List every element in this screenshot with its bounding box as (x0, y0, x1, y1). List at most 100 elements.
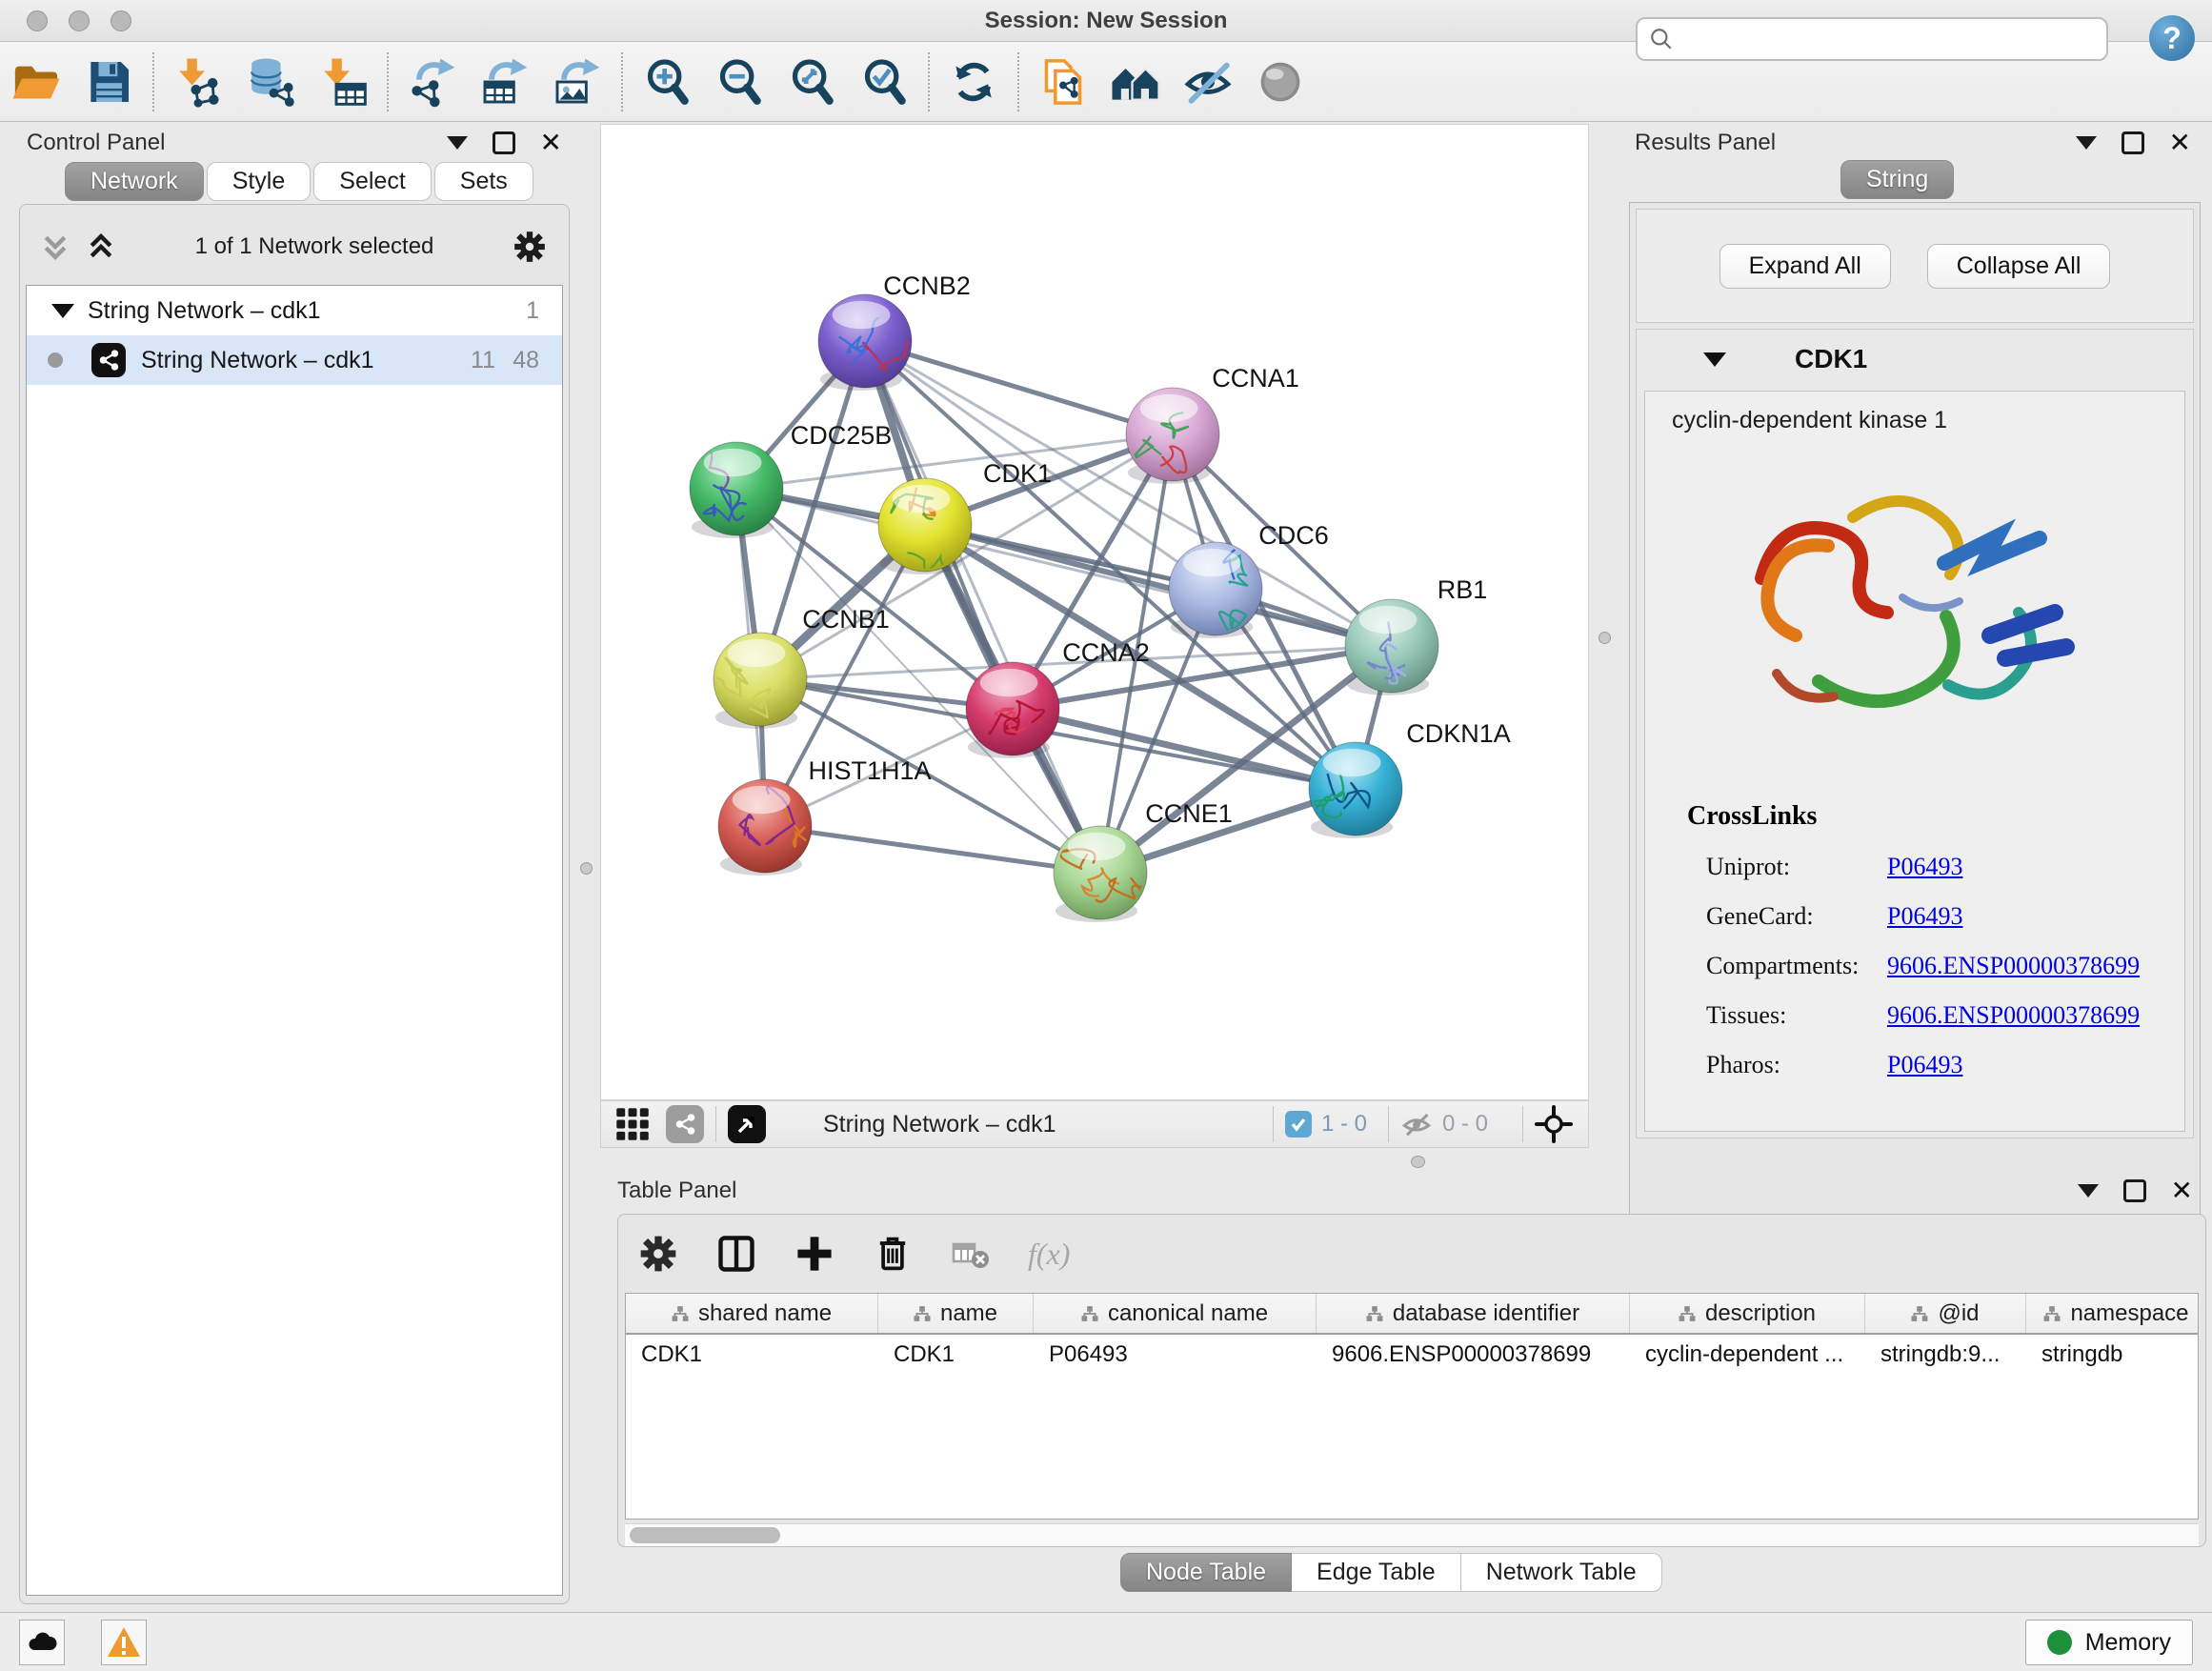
export-image-button[interactable] (541, 48, 613, 116)
expand-all-button[interactable]: Expand All (1719, 244, 1891, 289)
memory-button[interactable]: Memory (2025, 1620, 2193, 1665)
crosshair-icon[interactable] (1535, 1105, 1573, 1143)
column-header-description[interactable]: description (1630, 1294, 1865, 1333)
bottom-divider-grip[interactable] (1411, 1156, 1425, 1168)
tab-network-table[interactable]: Network Table (1461, 1553, 1662, 1592)
create-column-plus-icon[interactable] (794, 1233, 835, 1275)
float-panel-icon[interactable] (2122, 131, 2144, 154)
delete-column-trash-icon[interactable] (872, 1233, 914, 1275)
grid-view-icon[interactable] (614, 1106, 651, 1142)
table-cell[interactable]: CDK1 (878, 1335, 1034, 1377)
show-columns-icon[interactable] (715, 1233, 757, 1275)
zoom-in-button[interactable] (631, 48, 703, 116)
crosslink-link[interactable]: 9606.ENSP00000378699 (1887, 952, 2140, 980)
table-cell[interactable]: CDK1 (626, 1335, 878, 1377)
network-node-ccne1[interactable]: CCNE1 (1054, 799, 1233, 922)
network-collection-row[interactable]: String Network – cdk1 1 (27, 286, 562, 335)
column-header-databaseidentifier[interactable]: database identifier (1317, 1294, 1630, 1333)
tab-node-table[interactable]: Node Table (1120, 1553, 1292, 1592)
network-node-rb1[interactable]: RB1 (1345, 575, 1487, 695)
warnings-button[interactable] (101, 1620, 147, 1665)
table-cell[interactable]: 9606.ENSP00000378699 (1317, 1335, 1630, 1377)
gene-section-header[interactable]: CDK1 (1637, 330, 2193, 389)
export-network-button[interactable] (396, 48, 469, 116)
close-panel-icon[interactable]: ✕ (540, 131, 562, 154)
zoom-selected-button[interactable] (848, 48, 920, 116)
network-row[interactable]: String Network – cdk1 11 48 (27, 335, 562, 385)
close-panel-icon[interactable]: ✕ (2171, 1179, 2193, 1202)
search-input[interactable] (1683, 26, 2106, 52)
tab-style[interactable]: Style (207, 162, 312, 201)
hidden-eye-slash-icon[interactable] (1400, 1108, 1433, 1140)
column-header-namespace[interactable]: namespace (2026, 1294, 2199, 1333)
help-button[interactable]: ? (2149, 15, 2195, 61)
collapse-all-button[interactable]: Collapse All (1927, 244, 2111, 289)
network-edge[interactable] (765, 826, 1100, 873)
float-panel-icon[interactable] (2123, 1179, 2146, 1202)
table-cell[interactable]: stringdb (2026, 1335, 2199, 1377)
float-panel-icon[interactable] (493, 131, 515, 154)
left-divider-grip[interactable] (580, 862, 593, 875)
crosslink-link[interactable]: P06493 (1887, 853, 1962, 881)
open-session-button[interactable] (0, 48, 72, 116)
selected-checkbox-icon[interactable] (1285, 1111, 1312, 1137)
show-all-button[interactable] (1244, 48, 1317, 116)
import-network-button[interactable] (162, 48, 234, 116)
crosslink-link[interactable]: P06493 (1887, 1051, 1962, 1079)
network-node-cdc25b[interactable]: CDC25B (678, 421, 892, 538)
table-cell[interactable]: P06493 (1034, 1335, 1317, 1377)
tab-sets[interactable]: Sets (434, 162, 533, 201)
export-table-button[interactable] (469, 48, 541, 116)
table-options-gear-icon[interactable] (637, 1233, 679, 1275)
column-header-name[interactable]: name (878, 1294, 1034, 1333)
string-view-icon[interactable] (666, 1105, 704, 1143)
expand-all-tree-icon[interactable] (39, 231, 71, 263)
zoom-out-button[interactable] (703, 48, 775, 116)
tab-network[interactable]: Network (65, 162, 204, 201)
first-neighbors-button[interactable] (1099, 48, 1172, 116)
import-network-from-database-button[interactable] (234, 48, 307, 116)
network-edge[interactable] (865, 341, 1173, 434)
apply-layout-button[interactable] (937, 48, 1010, 116)
crosslink-link[interactable]: P06493 (1887, 902, 1962, 931)
gear-icon[interactable] (512, 229, 548, 265)
sphere-icon (1254, 55, 1307, 109)
section-expand-icon[interactable] (1703, 352, 1726, 367)
right-divider-grip[interactable] (1599, 632, 1611, 644)
panel-menu-icon[interactable] (447, 136, 468, 150)
network-node-cdk1[interactable]: CDK1 (878, 459, 1052, 591)
scrollbar-thumb[interactable] (630, 1527, 780, 1543)
import-table-button[interactable] (307, 48, 379, 116)
column-header-id[interactable]: @id (1865, 1294, 2026, 1333)
zoom-fit-button[interactable] (775, 48, 848, 116)
table-cell[interactable]: stringdb:9... (1865, 1335, 2026, 1377)
network-node-ccnb1[interactable]: CCNB1 (695, 605, 890, 729)
tab-select[interactable]: Select (313, 162, 431, 201)
birdseye-view-icon[interactable] (728, 1105, 766, 1143)
close-window-button[interactable] (27, 10, 48, 31)
tab-string[interactable]: String (1840, 160, 1954, 199)
close-panel-icon[interactable]: ✕ (2169, 131, 2191, 154)
minimize-window-button[interactable] (69, 10, 90, 31)
panel-menu-icon[interactable] (2076, 136, 2097, 150)
save-session-button[interactable] (72, 48, 145, 116)
panel-menu-icon[interactable] (2078, 1184, 2099, 1198)
column-header-canonicalname[interactable]: canonical name (1034, 1294, 1317, 1333)
cloud-status-button[interactable] (19, 1620, 65, 1665)
collapse-all-tree-icon[interactable] (85, 231, 117, 263)
new-network-from-selection-button[interactable] (1027, 48, 1099, 116)
table-cell[interactable]: cyclin-dependent ... (1630, 1335, 1865, 1377)
network-node-ccna1[interactable]: CCNA1 (1126, 364, 1299, 484)
table-horizontal-scrollbar[interactable] (625, 1523, 2199, 1546)
network-node-hist1h1a[interactable]: HIST1H1A (718, 756, 932, 876)
maximize-window-button[interactable] (111, 10, 131, 31)
network-canvas[interactable]: CCNB2CCNA1CDC25BCDK1CDC6RB1CCNB1CCNA2CDK… (600, 124, 1589, 1100)
gene-name: CDK1 (1795, 344, 1867, 374)
tree-expand-icon[interactable] (51, 304, 74, 318)
hide-selected-button[interactable] (1172, 48, 1244, 116)
crosslink-link[interactable]: 9606.ENSP00000378699 (1887, 1001, 2140, 1030)
network-node-ccnb2[interactable]: CCNB2 (818, 272, 971, 391)
column-header-sharedname[interactable]: shared name (626, 1294, 878, 1333)
network-edge[interactable] (1013, 709, 1356, 789)
tab-edge-table[interactable]: Edge Table (1292, 1553, 1461, 1592)
